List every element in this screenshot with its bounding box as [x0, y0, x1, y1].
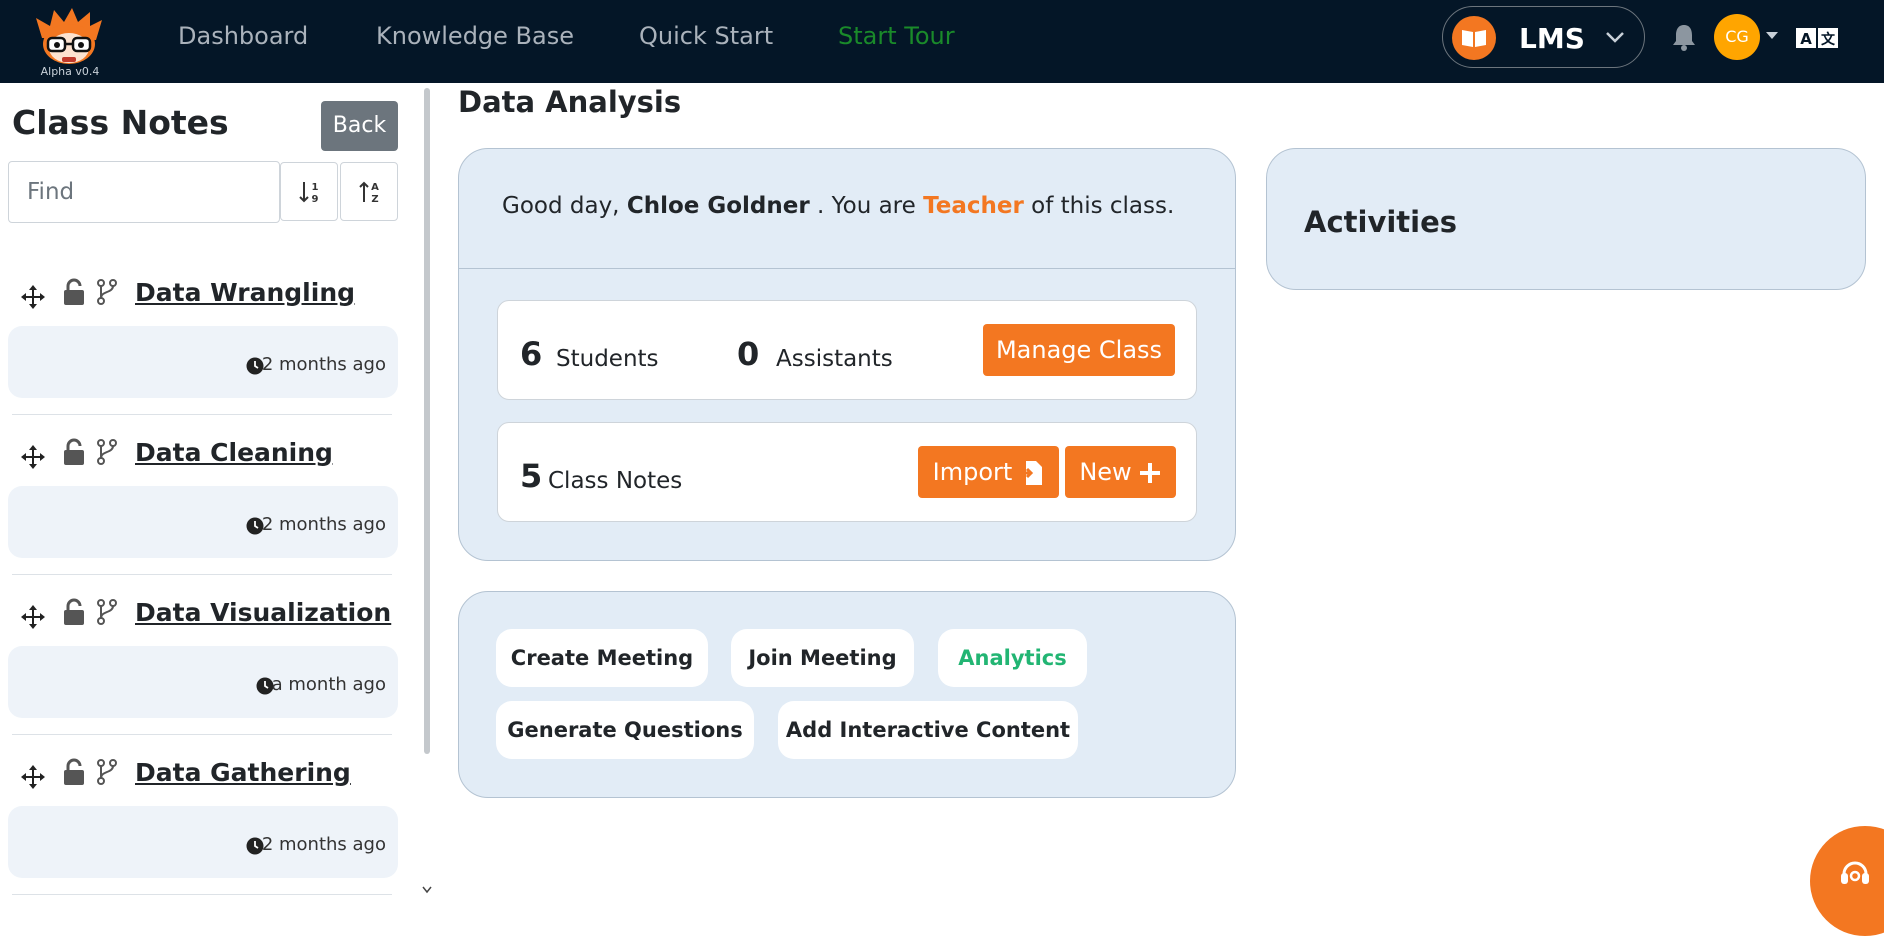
greeting-suffix: of this class.	[1031, 193, 1175, 219]
activities-card: Activities	[1266, 148, 1866, 290]
membership-stats: 6 Students 0 Assistants Manage Class	[497, 300, 1197, 400]
note-item: Data Cleaning 2 months ago	[0, 416, 398, 576]
nav-dashboard[interactable]: Dashboard	[178, 22, 308, 50]
class-overview-card: Good day, Chloe Goldner . You are Teache…	[458, 148, 1236, 561]
unlock-icon[interactable]	[62, 598, 86, 626]
move-icon[interactable]	[20, 444, 46, 470]
svg-text:9: 9	[312, 194, 319, 205]
move-icon[interactable]	[20, 604, 46, 630]
unlock-icon[interactable]	[62, 278, 86, 306]
note-card[interactable]: 2 months ago	[8, 486, 398, 558]
user-name: Chloe Goldner	[626, 193, 810, 219]
nav-start-tour[interactable]: Start Tour	[838, 22, 955, 50]
sidebar-title: Class Notes	[12, 103, 229, 142]
divider	[12, 414, 392, 415]
headset-icon	[1841, 861, 1869, 884]
book-icon	[1452, 16, 1496, 60]
avatar[interactable]: CG	[1714, 14, 1760, 60]
sort-alpha-up-button[interactable]: A Z	[340, 162, 398, 221]
divider	[459, 268, 1235, 269]
top-navbar: Alpha v0.4 Dashboard Knowledge Base Quic…	[0, 0, 1884, 83]
move-icon[interactable]	[20, 764, 46, 790]
greeting-middle: . You are	[817, 193, 916, 219]
note-title[interactable]: Data Visualization	[135, 598, 391, 627]
branch-icon[interactable]	[96, 278, 118, 306]
lms-label: LMS	[1519, 22, 1585, 55]
assistants-count: 0	[737, 335, 760, 373]
new-label: New	[1079, 458, 1132, 486]
chevron-down-icon	[1606, 32, 1624, 43]
note-item: Data Gathering 2 months ago	[0, 736, 398, 896]
notes-stats: 5 Class Notes Import New	[497, 422, 1197, 522]
scroll-down-icon[interactable]	[422, 886, 432, 894]
translate-icon[interactable]: A 文	[1796, 25, 1840, 51]
notes-count: 5	[520, 457, 543, 495]
generate-questions-button[interactable]: Generate Questions	[496, 701, 754, 759]
note-item: Data Visualization a month ago	[0, 576, 398, 736]
sort-numeric-down-button[interactable]: 1 9	[280, 162, 338, 221]
import-label: Import	[932, 458, 1013, 486]
note-title[interactable]: Data Cleaning	[135, 438, 333, 467]
students-label: Students	[556, 346, 659, 372]
back-button[interactable]: Back	[321, 101, 398, 151]
greeting: Good day, Chloe Goldner . You are Teache…	[502, 193, 1174, 219]
nav-quick-start[interactable]: Quick Start	[639, 22, 773, 50]
note-card[interactable]: a month ago	[8, 646, 398, 718]
note-time: a month ago	[271, 674, 386, 695]
bell-icon[interactable]	[1670, 22, 1698, 52]
import-button[interactable]: Import	[918, 446, 1059, 498]
divider	[12, 734, 392, 735]
svg-text:A: A	[371, 182, 379, 193]
svg-text:A: A	[1800, 30, 1812, 48]
create-meeting-button[interactable]: Create Meeting	[496, 629, 708, 687]
svg-text:1: 1	[312, 182, 319, 193]
note-title[interactable]: Data Gathering	[135, 758, 351, 787]
analytics-button[interactable]: Analytics	[938, 629, 1087, 687]
logo-version: Alpha v0.4	[40, 65, 100, 78]
divider	[12, 574, 392, 575]
sort-numeric-down-icon: 1 9	[299, 182, 319, 205]
app-logo[interactable]: Alpha v0.4	[30, 8, 112, 80]
app-logo-icon	[36, 8, 102, 64]
user-role: Teacher	[923, 193, 1024, 219]
note-time: 2 months ago	[261, 834, 386, 855]
branch-icon[interactable]	[96, 758, 118, 786]
page-title: Data Analysis	[458, 85, 682, 119]
note-time: 2 months ago	[261, 354, 386, 375]
notes-label: Class Notes	[548, 468, 683, 494]
branch-icon[interactable]	[96, 438, 118, 466]
note-title[interactable]: Data Wrangling	[135, 278, 355, 307]
students-count: 6	[520, 335, 543, 373]
assistants-label: Assistants	[776, 346, 893, 372]
nav-knowledge-base[interactable]: Knowledge Base	[376, 22, 574, 50]
svg-text:Z: Z	[371, 194, 378, 205]
avatar-caret-icon[interactable]	[1766, 32, 1778, 39]
unlock-icon[interactable]	[62, 758, 86, 786]
note-time: 2 months ago	[261, 514, 386, 535]
note-card[interactable]: 2 months ago	[8, 806, 398, 878]
class-notes-sidebar: Class Notes Back 1 9 A Z Data Wrangling …	[0, 83, 410, 897]
actions-card: Create Meeting Join Meeting Analytics Ge…	[458, 591, 1236, 798]
new-note-button[interactable]: New	[1065, 446, 1176, 498]
move-icon[interactable]	[20, 284, 46, 310]
import-file-icon	[1019, 461, 1043, 485]
join-meeting-button[interactable]: Join Meeting	[731, 629, 914, 687]
manage-class-button[interactable]: Manage Class	[983, 324, 1175, 376]
divider	[12, 894, 392, 895]
support-button[interactable]	[1810, 826, 1884, 936]
note-card[interactable]: 2 months ago	[8, 326, 398, 398]
branch-icon[interactable]	[96, 598, 118, 626]
find-input[interactable]	[8, 161, 280, 223]
lms-switcher[interactable]: LMS	[1442, 6, 1645, 68]
activities-title: Activities	[1304, 205, 1458, 239]
add-interactive-content-button[interactable]: Add Interactive Content	[778, 701, 1078, 759]
note-item: Data Wrangling 2 months ago	[0, 256, 398, 416]
sidebar-scrollbar[interactable]	[424, 88, 430, 754]
sort-alpha-up-icon: A Z	[359, 181, 379, 205]
plus-icon	[1139, 463, 1160, 483]
unlock-icon[interactable]	[62, 438, 86, 466]
greeting-prefix: Good day,	[502, 193, 620, 219]
svg-text:文: 文	[1821, 31, 1836, 48]
